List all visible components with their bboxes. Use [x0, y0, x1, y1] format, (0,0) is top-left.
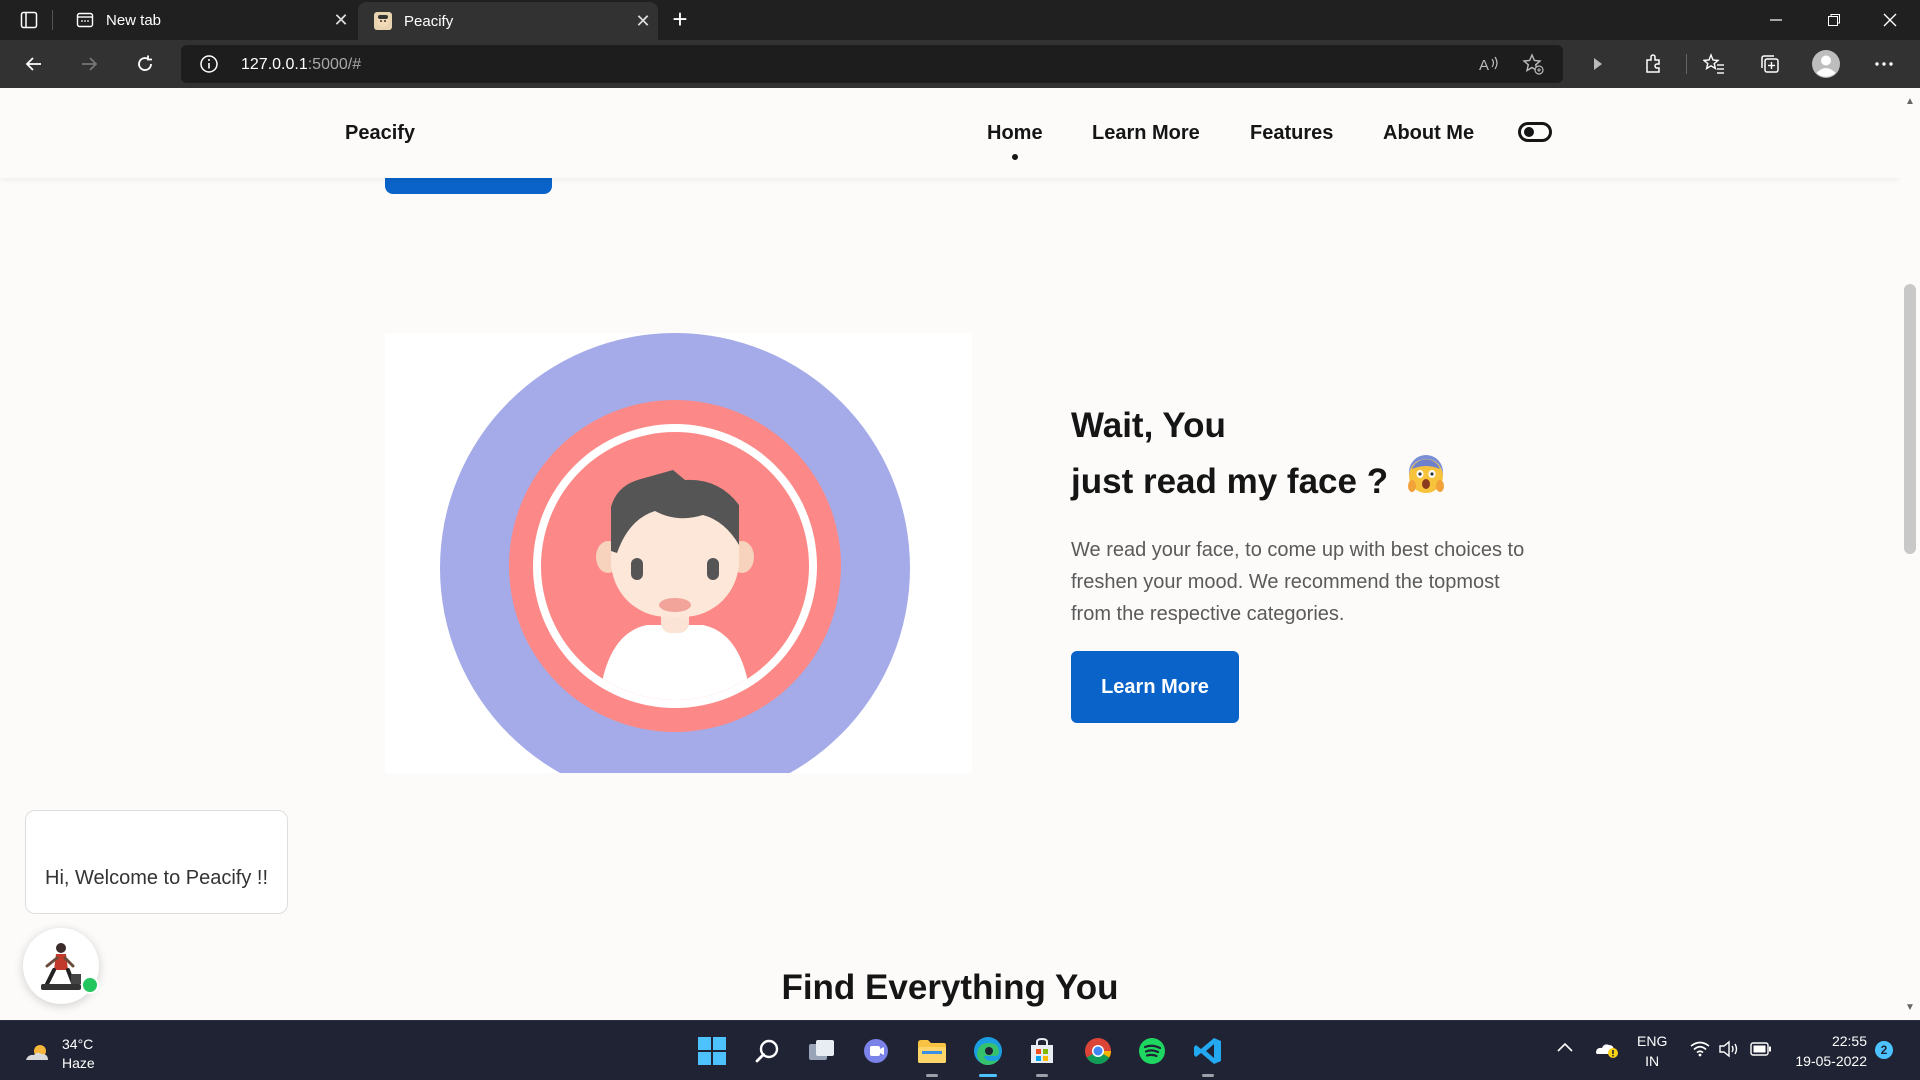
read-aloud-icon[interactable]: A	[1478, 54, 1500, 79]
spotify-icon	[1139, 1038, 1165, 1064]
nav-link-learn-more[interactable]: Learn More	[1092, 122, 1200, 145]
tab-label: Peacify	[404, 12, 454, 30]
weather-desc: Haze	[62, 1055, 95, 1071]
folder-icon	[918, 1040, 946, 1063]
browser-titlebar: New tab ✕ Peacify ✕ +	[0, 0, 1920, 40]
active-indicator	[979, 1074, 997, 1077]
more-options-icon[interactable]	[1866, 48, 1902, 80]
running-indicator	[1202, 1074, 1214, 1077]
avatar-illustration-icon	[440, 333, 910, 773]
hero-title-line1: Wait, You	[1071, 406, 1226, 445]
task-view-icon	[809, 1040, 834, 1060]
wifi-icon[interactable]	[1690, 1041, 1710, 1062]
spotify-button[interactable]	[1132, 1031, 1172, 1071]
new-tab-button[interactable]: +	[664, 4, 696, 36]
page-viewport: Peacify Home Learn More Features About M…	[0, 88, 1900, 1020]
forward-icon[interactable]	[71, 48, 107, 80]
chevron-right-icon[interactable]	[1580, 48, 1616, 80]
add-favorite-icon[interactable]	[1522, 53, 1544, 80]
tab-new-tab[interactable]: New tab ✕	[60, 0, 356, 40]
windows-logo-icon	[698, 1037, 726, 1065]
new-tab-icon	[76, 11, 94, 29]
haze-weather-icon	[26, 1045, 48, 1060]
battery-icon[interactable]	[1750, 1042, 1772, 1061]
weather-widget[interactable]: 34°C Haze	[24, 1035, 95, 1073]
svg-text:A: A	[1479, 57, 1489, 74]
shocked-face-icon	[1406, 455, 1446, 512]
windows-taskbar: 34°C Haze ENG IN 22:55 19-05-2022 2	[0, 1020, 1920, 1080]
scroll-down-icon[interactable]: ▼	[1905, 1002, 1915, 1013]
nav-link-home[interactable]: Home	[987, 122, 1043, 145]
close-icon[interactable]: ✕	[628, 11, 658, 32]
system-clock[interactable]: 22:55 19-05-2022	[1785, 1031, 1867, 1071]
task-view-button[interactable]	[802, 1031, 842, 1071]
learn-more-button[interactable]: Learn More	[1071, 651, 1239, 723]
hero-description: We read your face, to come up with best …	[1071, 539, 1525, 625]
store-button[interactable]	[1022, 1031, 1062, 1077]
weather-temp: 34°C	[62, 1036, 94, 1052]
vscode-icon	[1194, 1038, 1221, 1064]
edge-button[interactable]	[968, 1031, 1008, 1077]
section-heading: Find Everything You	[781, 968, 1119, 1007]
scroll-up-icon[interactable]: ▲	[1905, 96, 1915, 107]
clock-time: 22:55	[1831, 1033, 1867, 1049]
back-icon[interactable]	[16, 48, 52, 80]
favorites-icon[interactable]	[1696, 48, 1732, 80]
brand-logo[interactable]: Peacify	[345, 122, 415, 145]
tab-divider	[52, 10, 53, 30]
close-window-icon[interactable]	[1862, 0, 1918, 40]
input-language-indicator[interactable]: ENG IN	[1637, 1031, 1667, 1071]
file-explorer-button[interactable]	[912, 1031, 952, 1077]
volume-icon[interactable]	[1718, 1040, 1740, 1063]
close-icon[interactable]: ✕	[326, 10, 356, 31]
browser-toolbar: 127.0.0.1:5000/# A	[0, 40, 1920, 88]
theme-toggle-icon[interactable]	[1518, 122, 1552, 142]
chat-welcome-text: Hi, Welcome to Peacify !!	[45, 867, 269, 889]
tab-label: New tab	[106, 11, 162, 29]
chat-welcome-bubble: Hi, Welcome to Peacify !!	[25, 810, 288, 914]
store-icon	[1031, 1037, 1053, 1063]
onedrive-warning-icon[interactable]	[1594, 1039, 1620, 1064]
clock-date: 19-05-2022	[1795, 1053, 1867, 1069]
chat-icon	[864, 1039, 888, 1063]
show-hidden-icons-icon[interactable]	[1556, 1040, 1574, 1058]
search-icon	[755, 1039, 779, 1063]
tab-peacify[interactable]: Peacify ✕	[358, 2, 658, 40]
running-indicator	[926, 1074, 938, 1077]
site-navbar: Peacify Home Learn More Features About M…	[0, 88, 1900, 178]
edge-browser-icon	[974, 1037, 1002, 1065]
nav-link-about-me[interactable]: About Me	[1383, 122, 1474, 145]
hero-title-line2: just read my face ?	[1071, 462, 1389, 501]
teams-chat-button[interactable]	[857, 1031, 897, 1071]
address-bar[interactable]: 127.0.0.1:5000/# A	[181, 45, 1563, 83]
toolbar-divider	[1686, 54, 1687, 74]
page-scrollbar[interactable]: ▲ ▼	[1900, 88, 1920, 1020]
chrome-icon	[1085, 1038, 1112, 1065]
running-indicator	[1036, 1074, 1048, 1077]
peacify-favicon-icon	[374, 12, 392, 30]
profile-avatar-icon[interactable]	[1808, 48, 1844, 80]
hero-heading: Wait, You just read my face ?	[1071, 398, 1446, 512]
start-button[interactable]	[692, 1031, 732, 1071]
site-info-icon[interactable]	[199, 54, 219, 79]
toggle-knob	[1524, 127, 1534, 137]
notification-count-badge[interactable]: 2	[1875, 1041, 1893, 1059]
refresh-icon[interactable]	[127, 48, 163, 80]
search-button[interactable]	[748, 1031, 788, 1071]
url-text: 127.0.0.1:5000/#	[241, 56, 362, 73]
collections-icon[interactable]	[1752, 48, 1788, 80]
extensions-icon[interactable]	[1635, 48, 1671, 80]
chrome-button[interactable]	[1078, 1031, 1118, 1071]
minimize-icon[interactable]	[1748, 0, 1804, 40]
face-illustration	[385, 333, 972, 773]
vscode-button[interactable]	[1188, 1031, 1228, 1077]
active-nav-indicator	[1012, 154, 1018, 160]
nav-link-features[interactable]: Features	[1250, 122, 1333, 145]
restore-icon[interactable]	[1806, 0, 1862, 40]
tab-actions-icon[interactable]	[14, 6, 44, 34]
scrollbar-thumb[interactable]	[1904, 284, 1916, 554]
